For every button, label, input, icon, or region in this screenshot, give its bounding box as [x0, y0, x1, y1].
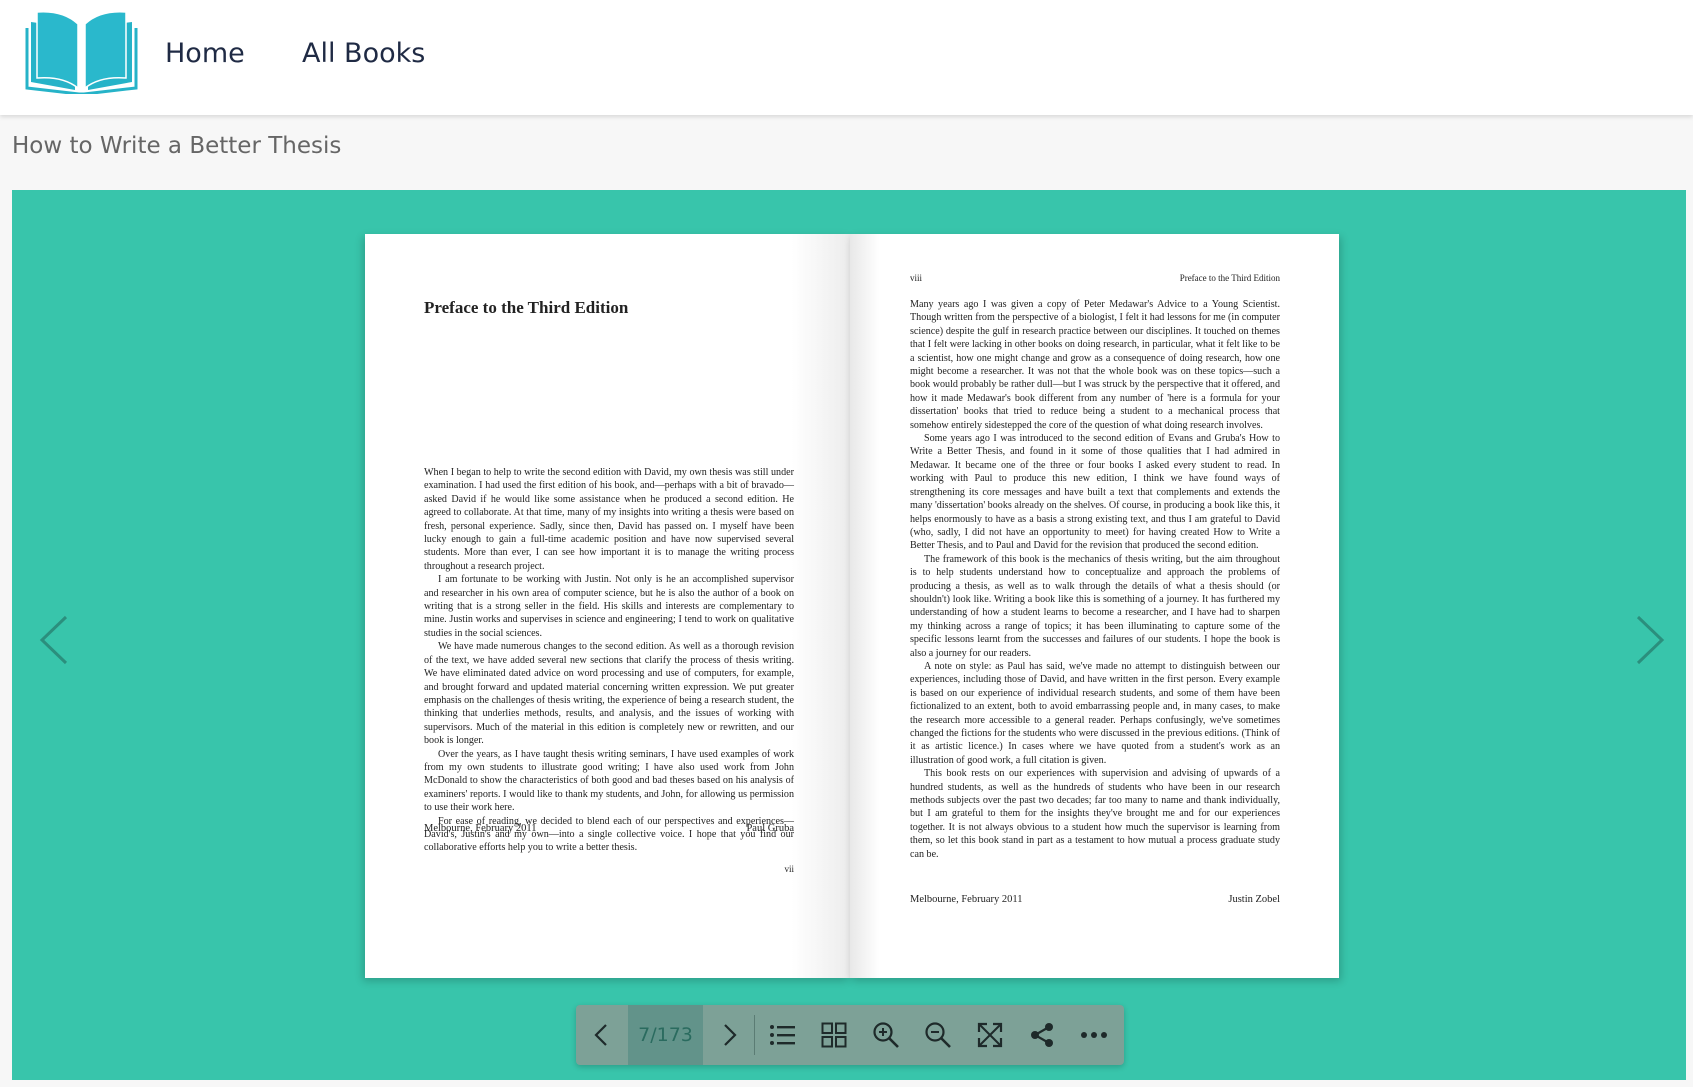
more-options-button[interactable]: [1068, 1005, 1120, 1065]
zoom-in-icon: [873, 1022, 899, 1048]
right-page[interactable]: viii Preface to the Third Edition Many y…: [850, 234, 1339, 978]
paragraph: The framework of this book is the mechan…: [910, 553, 1280, 659]
author-signature: Justin Zobel: [1228, 894, 1280, 905]
place-date: Melbourne, February 2011: [424, 823, 537, 834]
page-folio: vii: [784, 864, 794, 874]
next-page-button[interactable]: [703, 1005, 755, 1065]
list-icon: [770, 1025, 795, 1045]
left-page-body: When I began to help to write the second…: [424, 466, 794, 855]
previous-page-arrow-icon[interactable]: [30, 605, 80, 675]
left-page[interactable]: Preface to the Third Edition When I bega…: [365, 234, 850, 978]
page-title: How to Write a Better Thesis: [12, 133, 342, 159]
zoom-out-button[interactable]: [912, 1005, 964, 1065]
zoom-in-button[interactable]: [860, 1005, 912, 1065]
viewer-toolbar: 7/173: [576, 1005, 1124, 1065]
paragraph: Some years ago I was introduced to the s…: [910, 433, 1280, 552]
chevron-right-icon: [724, 1024, 737, 1046]
author-signature: Paul Gruba: [746, 823, 794, 834]
page-folio: viii: [910, 273, 923, 283]
grid-icon: [821, 1022, 847, 1048]
open-book-logo-icon[interactable]: [25, 8, 138, 96]
fullscreen-button[interactable]: [964, 1005, 1016, 1065]
zoom-out-icon: [925, 1022, 951, 1048]
paragraph: For ease of reading, we decided to blend…: [424, 815, 794, 854]
paragraph: This book rests on our experiences with …: [910, 768, 1280, 860]
top-nav-bar: Home All Books: [0, 0, 1693, 115]
next-page-arrow-icon[interactable]: [1624, 605, 1674, 675]
running-head: Preface to the Third Edition: [1179, 273, 1280, 283]
table-of-contents-button[interactable]: [756, 1005, 808, 1065]
nav-home-link[interactable]: Home: [165, 38, 245, 69]
nav-all-books-link[interactable]: All Books: [302, 38, 425, 69]
prev-page-button[interactable]: [576, 1005, 628, 1065]
more-dots-icon: [1081, 1032, 1107, 1038]
share-icon: [1031, 1023, 1053, 1047]
paragraph: I am fortunate to be working with Justin…: [424, 574, 794, 639]
thumbnails-button[interactable]: [808, 1005, 860, 1065]
share-button[interactable]: [1016, 1005, 1068, 1065]
paragraph: Many years ago I was given a copy of Pet…: [910, 299, 1280, 431]
paragraph: When I began to help to write the second…: [424, 467, 794, 572]
chevron-left-icon: [594, 1024, 607, 1046]
fullscreen-icon: [977, 1022, 1003, 1048]
chapter-heading: Preface to the Third Edition: [424, 298, 629, 317]
paragraph: We have made numerous changes to the sec…: [424, 641, 794, 747]
place-date: Melbourne, February 2011: [910, 894, 1023, 905]
paragraph: A note on style: as Paul has said, we've…: [910, 660, 1280, 766]
page-indicator[interactable]: 7/173: [628, 1005, 703, 1065]
toolbar-divider: [754, 1015, 755, 1055]
open-book-spread: Preface to the Third Edition When I bega…: [365, 234, 1339, 978]
paragraph: Over the years, as I have taught thesis …: [424, 748, 794, 814]
right-page-body: Many years ago I was given a copy of Pet…: [910, 298, 1280, 861]
flipbook-viewer: Preface to the Third Edition When I bega…: [12, 190, 1686, 1080]
